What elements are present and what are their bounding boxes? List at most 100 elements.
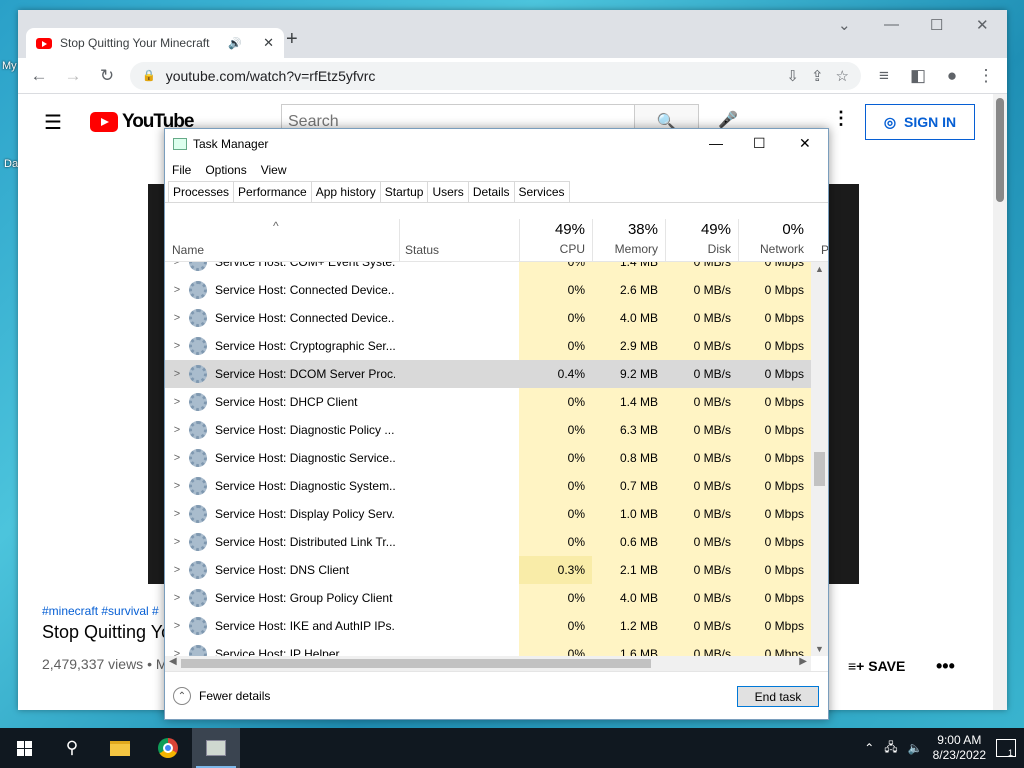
tab-services[interactable]: Services bbox=[513, 181, 570, 202]
chrome-menu-icon[interactable]: ⋮ bbox=[971, 61, 1001, 91]
process-row[interactable]: > Service Host: Connected Device... 0% 2.6 … bbox=[165, 276, 811, 304]
lock-icon[interactable]: 🔒 bbox=[142, 69, 156, 82]
address-bar[interactable]: 🔒 youtube.com/watch?v=rfEtz5yfvrc ⇩ ⇪ ☆ bbox=[130, 61, 861, 90]
tm-minimize-button[interactable]: — bbox=[709, 135, 723, 151]
expand-chevron-icon[interactable]: > bbox=[165, 284, 189, 296]
profile-avatar-icon[interactable]: ● bbox=[937, 61, 967, 91]
expand-chevron-icon[interactable]: > bbox=[165, 564, 189, 576]
url-text[interactable]: youtube.com/watch?v=rfEtz5yfvrc bbox=[166, 68, 777, 84]
process-row[interactable]: > Service Host: DHCP Client 0% 1.4 MB 0 MB/s… bbox=[165, 388, 811, 416]
menu-view[interactable]: View bbox=[261, 163, 287, 177]
expand-chevron-icon[interactable]: > bbox=[165, 312, 189, 324]
tm-maximize-button[interactable]: ☐ bbox=[753, 135, 766, 152]
process-row[interactable]: > Service Host: Diagnostic Policy ... 0% 6.… bbox=[165, 416, 811, 444]
search-icon[interactable]: ⚲ bbox=[48, 728, 96, 768]
close-window-button[interactable]: ✕ bbox=[976, 16, 989, 34]
settings-menu-icon[interactable]: ⋮ bbox=[832, 108, 850, 129]
menu-file[interactable]: File bbox=[172, 163, 191, 177]
scroll-right-icon[interactable]: ▶ bbox=[799, 656, 807, 667]
desktop-label-my[interactable]: My bbox=[2, 60, 17, 72]
process-row[interactable]: > Service Host: DCOM Server Proc... 0.4% 9.… bbox=[165, 360, 811, 388]
expand-chevron-icon[interactable]: > bbox=[165, 340, 189, 352]
network-icon[interactable]: 🖧 bbox=[884, 738, 897, 759]
scroll-up-icon[interactable]: ▲ bbox=[815, 264, 824, 274]
process-row[interactable]: > Service Host: COM+ Event Syste... 0% 1.4 … bbox=[165, 262, 811, 276]
side-panel-icon[interactable]: ◧ bbox=[903, 61, 933, 91]
show-hidden-icons-icon[interactable]: ⌃ bbox=[864, 741, 874, 755]
expand-chevron-icon[interactable]: > bbox=[165, 368, 189, 380]
speaker-icon[interactable]: 🔊 bbox=[228, 37, 242, 50]
share-icon[interactable]: ⇪ bbox=[811, 67, 824, 85]
vscroll-thumb[interactable] bbox=[814, 452, 825, 486]
back-icon[interactable]: ← bbox=[24, 61, 54, 91]
tab-startup[interactable]: Startup bbox=[379, 181, 429, 202]
tab-close-icon[interactable]: ✕ bbox=[263, 35, 274, 51]
tab-performance[interactable]: Performance bbox=[233, 181, 312, 202]
expand-chevron-icon[interactable]: > bbox=[165, 592, 189, 604]
tab-search-icon[interactable]: ⌄ bbox=[838, 16, 851, 34]
task-manager-titlebar[interactable]: Task Manager — ☐ ✕ bbox=[165, 129, 828, 159]
process-row[interactable]: > Service Host: Cryptographic Ser... 0% 2.9… bbox=[165, 332, 811, 360]
chrome-icon[interactable] bbox=[144, 728, 192, 768]
reload-icon[interactable]: ↻ bbox=[92, 61, 122, 91]
desktop-label-da[interactable]: Da bbox=[4, 158, 18, 170]
expand-chevron-icon[interactable]: > bbox=[165, 620, 189, 632]
tab-users[interactable]: Users bbox=[427, 181, 469, 202]
media-queue-icon[interactable]: ≡ bbox=[869, 61, 899, 91]
menu-options[interactable]: Options bbox=[205, 163, 246, 177]
microphone-icon[interactable]: 🎤 bbox=[718, 110, 738, 130]
expand-chevron-icon[interactable]: > bbox=[165, 262, 189, 268]
fewer-details-link[interactable]: ⌃ Fewer details bbox=[173, 687, 270, 705]
page-scroll-thumb[interactable] bbox=[996, 98, 1004, 202]
save-button[interactable]: ≡+ SAVE bbox=[848, 658, 905, 674]
bookmark-star-icon[interactable]: ☆ bbox=[836, 67, 849, 85]
column-cpu[interactable]: 49% CPU bbox=[519, 219, 592, 262]
expand-chevron-icon[interactable]: > bbox=[165, 396, 189, 408]
end-task-button[interactable]: End task bbox=[737, 686, 819, 707]
process-list-hscroll[interactable]: ◀ ▶ bbox=[165, 656, 811, 671]
process-row[interactable]: > Service Host: IKE and AuthIP IPs... 0% 1.… bbox=[165, 612, 811, 640]
process-row[interactable]: > Service Host: DNS Client 0.3% 2.1 MB 0 MB/… bbox=[165, 556, 811, 584]
process-row[interactable]: > Service Host: Diagnostic Service... 0% 0.… bbox=[165, 444, 811, 472]
column-network[interactable]: 0% Network bbox=[738, 219, 811, 262]
scroll-left-icon[interactable]: ◀ bbox=[169, 656, 177, 667]
column-disk[interactable]: 49% Disk bbox=[665, 219, 738, 262]
start-button[interactable] bbox=[0, 728, 48, 768]
column-memory[interactable]: 38% Memory bbox=[592, 219, 665, 262]
expand-chevron-icon[interactable]: > bbox=[165, 648, 189, 656]
expand-chevron-icon[interactable]: > bbox=[165, 480, 189, 492]
expand-chevron-icon[interactable]: > bbox=[165, 508, 189, 520]
task-manager-taskbar-icon[interactable] bbox=[192, 728, 240, 768]
expand-chevron-icon[interactable]: > bbox=[165, 452, 189, 464]
process-row[interactable]: > Service Host: IP Helper 0% 1.6 MB 0 MB/s 0 … bbox=[165, 640, 811, 656]
page-scrollbar[interactable] bbox=[993, 94, 1007, 710]
browser-tab[interactable]: Stop Quitting Your Minecraft 🔊 ✕ bbox=[26, 28, 284, 58]
column-name[interactable]: Name bbox=[172, 243, 204, 257]
clock[interactable]: 9:00 AM 8/23/2022 bbox=[933, 733, 986, 763]
process-row[interactable]: > Service Host: Group Policy Client 0% 4.0 … bbox=[165, 584, 811, 612]
maximize-button[interactable]: ☐ bbox=[930, 16, 943, 34]
forward-icon[interactable]: → bbox=[58, 61, 88, 91]
hamburger-menu-icon[interactable]: ☰ bbox=[44, 110, 62, 135]
expand-chevron-icon[interactable]: > bbox=[165, 536, 189, 548]
column-status[interactable]: Status bbox=[405, 243, 439, 257]
volume-icon[interactable]: 🔈 bbox=[908, 741, 923, 755]
process-row[interactable]: > Service Host: Connected Device... 0% 4.0 … bbox=[165, 304, 811, 332]
tab-app-history[interactable]: App history bbox=[310, 181, 381, 202]
video-hashtags[interactable]: #minecraft #survival # bbox=[42, 604, 159, 618]
install-icon[interactable]: ⇩ bbox=[786, 67, 799, 85]
expand-chevron-icon[interactable]: > bbox=[165, 424, 189, 436]
process-row[interactable]: > Service Host: Display Policy Serv... 0% 1… bbox=[165, 500, 811, 528]
notification-center-icon[interactable]: 1 bbox=[996, 739, 1016, 758]
process-list-vscroll[interactable]: ▲ ▼ bbox=[811, 262, 828, 656]
tab-processes[interactable]: Processes bbox=[168, 181, 235, 202]
process-row[interactable]: > Service Host: Diagnostic System... 0% 0.7… bbox=[165, 472, 811, 500]
new-tab-button[interactable]: + bbox=[286, 28, 298, 51]
file-explorer-icon[interactable] bbox=[96, 728, 144, 768]
column-power-cut[interactable]: P bbox=[821, 243, 828, 257]
more-actions-icon[interactable]: ••• bbox=[936, 656, 955, 677]
minimize-button[interactable]: — bbox=[884, 16, 899, 33]
sign-in-button[interactable]: ◎ SIGN IN bbox=[865, 104, 975, 140]
tm-close-button[interactable]: ✕ bbox=[799, 135, 811, 152]
hscroll-thumb[interactable] bbox=[181, 659, 651, 668]
